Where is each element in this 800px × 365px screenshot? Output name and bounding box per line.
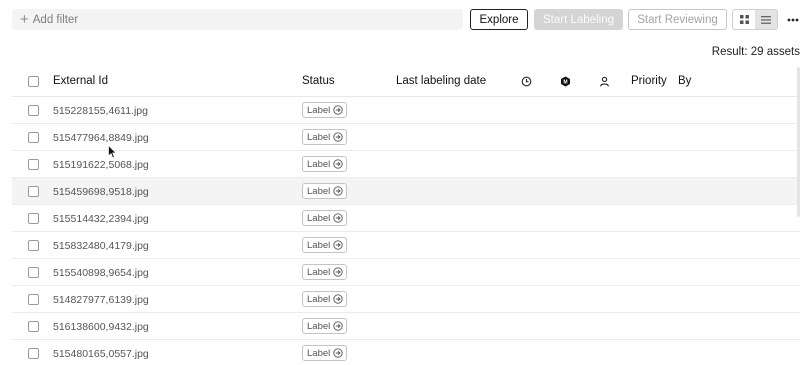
status-label-button[interactable]: Label (302, 129, 348, 145)
row-checkbox[interactable] (28, 213, 39, 224)
list-view-button[interactable] (755, 10, 777, 29)
status-label-text: Label (307, 320, 331, 332)
status-label-text: Label (307, 239, 331, 251)
status-label-button[interactable]: Label (302, 210, 348, 226)
table-body: 515228155,4611.jpg Label 515477964,8849.… (12, 97, 800, 365)
arrow-circle-right-icon (333, 348, 343, 358)
toolbar: + Add filter Explore Start Labeling Star… (12, 9, 800, 31)
external-id-cell: 515540898,9654.jpg (53, 267, 149, 279)
status-label-button[interactable]: Label (302, 102, 348, 118)
status-label-button[interactable]: Label (302, 237, 348, 253)
status-label-button[interactable]: Label (302, 264, 348, 280)
column-priority[interactable]: Priority (631, 75, 667, 87)
grid-view-button[interactable] (733, 10, 755, 29)
status-label-text: Label (307, 212, 331, 224)
row-checkbox[interactable] (28, 132, 39, 143)
table-header: External Id Status Last labeling date M … (12, 68, 800, 97)
column-by[interactable]: By (678, 75, 691, 87)
status-label-button[interactable]: Label (302, 183, 348, 199)
mouse-cursor-icon (108, 145, 117, 159)
table-row[interactable]: 515477964,8849.jpg Label (12, 124, 800, 151)
plus-icon: + (20, 11, 29, 28)
status-label-text: Label (307, 185, 331, 197)
row-checkbox[interactable] (28, 105, 39, 116)
status-label-text: Label (307, 266, 331, 278)
row-checkbox[interactable] (28, 321, 39, 332)
start-labeling-button[interactable]: Start Labeling (534, 9, 623, 30)
table-row[interactable]: 515191622,5068.jpg Label (12, 151, 800, 178)
list-view-icon (761, 15, 771, 24)
arrow-circle-right-icon (333, 294, 343, 304)
row-checkbox[interactable] (28, 240, 39, 251)
select-all-checkbox[interactable] (28, 76, 39, 87)
status-label-button[interactable]: Label (302, 156, 348, 172)
external-id-cell: 515191622,5068.jpg (53, 159, 149, 171)
external-id-cell: 516138600,9432.jpg (53, 321, 149, 333)
column-status[interactable]: Status (302, 75, 335, 87)
arrow-circle-right-icon (333, 213, 343, 223)
start-reviewing-button[interactable]: Start Reviewing (628, 9, 727, 30)
model-hexagon-icon[interactable]: M (560, 76, 571, 87)
row-checkbox[interactable] (28, 159, 39, 170)
external-id-cell: 515459698,9518.jpg (53, 186, 149, 198)
status-label-text: Label (307, 347, 331, 359)
table-row[interactable]: 515832480,4179.jpg Label (12, 232, 800, 259)
row-checkbox[interactable] (28, 294, 39, 305)
assets-table: External Id Status Last labeling date M … (12, 68, 800, 365)
table-row[interactable]: 514827977,6139.jpg Label (12, 286, 800, 313)
add-filter-label: Add filter (32, 13, 79, 26)
arrow-circle-right-icon (333, 240, 343, 250)
table-row[interactable]: 515459698,9518.jpg Label (12, 178, 800, 205)
column-external-id[interactable]: External Id (53, 75, 108, 87)
person-icon[interactable] (599, 76, 610, 87)
status-label-text: Label (307, 293, 331, 305)
table-row[interactable]: 516138600,9432.jpg Label (12, 313, 800, 340)
column-last-labeling-date[interactable]: Last labeling date (396, 75, 486, 87)
result-count: Result: 29 assets (711, 46, 800, 58)
arrow-circle-right-icon (333, 159, 343, 169)
view-toggle (732, 9, 778, 30)
svg-text:M: M (563, 79, 567, 85)
grid-view-icon (739, 15, 749, 24)
row-checkbox[interactable] (28, 348, 39, 359)
external-id-cell: 515477964,8849.jpg (53, 132, 149, 144)
explore-button[interactable]: Explore (470, 9, 528, 30)
external-id-cell: 515832480,4179.jpg (53, 240, 149, 252)
clock-icon[interactable] (521, 76, 532, 87)
status-label-text: Label (307, 158, 331, 170)
arrow-circle-right-icon (333, 132, 343, 142)
more-options-button[interactable] (785, 9, 800, 30)
status-label-button[interactable]: Label (302, 345, 348, 361)
external-id-cell: 514827977,6139.jpg (53, 294, 149, 306)
row-checkbox[interactable] (28, 267, 39, 278)
arrow-circle-right-icon (333, 267, 343, 277)
add-filter-input[interactable]: + Add filter (12, 9, 463, 30)
external-id-cell: 515480165,0557.jpg (53, 348, 149, 360)
arrow-circle-right-icon (333, 105, 343, 115)
external-id-cell: 515228155,4611.jpg (53, 105, 148, 117)
status-label-text: Label (307, 131, 331, 143)
arrow-circle-right-icon (333, 186, 343, 196)
table-row[interactable]: 515514432,2394.jpg Label (12, 205, 800, 232)
status-label-button[interactable]: Label (302, 291, 348, 307)
table-row[interactable]: 515540898,9654.jpg Label (12, 259, 800, 286)
table-row[interactable]: 515228155,4611.jpg Label (12, 97, 800, 124)
more-dots-icon (787, 18, 799, 21)
arrow-circle-right-icon (333, 321, 343, 331)
status-label-text: Label (307, 104, 331, 116)
external-id-cell: 515514432,2394.jpg (53, 213, 149, 225)
row-checkbox[interactable] (28, 186, 39, 197)
table-row[interactable]: 515480165,0557.jpg Label (12, 340, 800, 365)
status-label-button[interactable]: Label (302, 318, 348, 334)
